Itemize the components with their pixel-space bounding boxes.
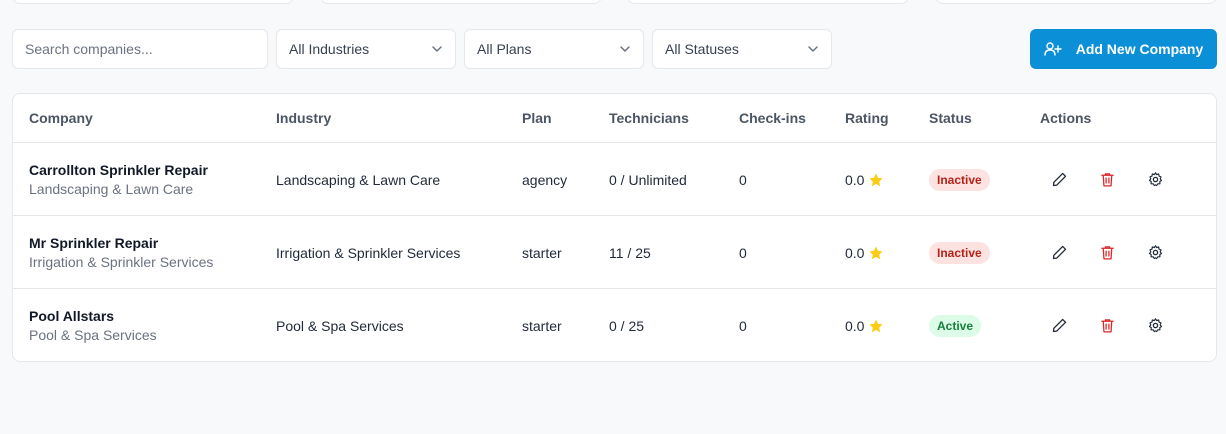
plan-cell: starter bbox=[522, 244, 562, 261]
pencil-icon bbox=[1052, 245, 1066, 259]
filter-bar: All Industries All Plans All Statuses Ad… bbox=[12, 29, 1217, 69]
company-cell: Mr Sprinkler Repair Irrigation & Sprinkl… bbox=[29, 216, 213, 289]
status-select-value: All Statuses bbox=[665, 41, 739, 57]
edit-button[interactable] bbox=[1049, 169, 1069, 189]
industry-select[interactable]: All Industries bbox=[276, 29, 456, 69]
column-header-technicians: Technicians bbox=[609, 110, 689, 126]
plan-cell: agency bbox=[522, 171, 568, 188]
add-company-label: Add New Company bbox=[1075, 41, 1204, 57]
checkins-cell: 0 bbox=[739, 171, 747, 188]
status-cell: Active bbox=[929, 289, 982, 362]
plan-cell: starter bbox=[522, 317, 562, 334]
search-input[interactable] bbox=[12, 29, 268, 69]
industry-cell: Pool & Spa Services bbox=[276, 317, 404, 334]
trash-icon bbox=[1100, 172, 1114, 187]
company-name: Pool Allstars bbox=[29, 307, 115, 324]
settings-button[interactable] bbox=[1145, 315, 1165, 335]
stat-card bbox=[935, 0, 1217, 4]
table-header: Company Industry Plan Technicians Check-… bbox=[13, 94, 1216, 143]
chevron-down-icon bbox=[620, 46, 630, 52]
star-icon bbox=[869, 172, 884, 186]
star-icon bbox=[869, 318, 884, 332]
company-industry-sub: Pool & Spa Services bbox=[29, 326, 157, 343]
checkins-cell: 0 bbox=[739, 244, 747, 261]
technicians-cell: 0 / 25 bbox=[609, 317, 645, 334]
gear-icon bbox=[1148, 244, 1162, 259]
status-badge: Inactive bbox=[929, 168, 990, 191]
column-header-actions: Actions bbox=[1040, 110, 1092, 126]
star-icon bbox=[869, 245, 884, 259]
settings-button[interactable] bbox=[1145, 242, 1165, 262]
settings-button[interactable] bbox=[1145, 169, 1165, 189]
status-cell: Inactive bbox=[929, 216, 990, 289]
add-company-button[interactable]: Add New Company bbox=[1030, 29, 1217, 69]
company-cell: Pool Allstars Pool & Spa Services bbox=[29, 289, 157, 362]
plan-select-value: All Plans bbox=[477, 41, 532, 57]
user-plus-icon bbox=[1044, 42, 1062, 56]
company-industry-sub: Landscaping & Lawn Care bbox=[29, 180, 194, 197]
status-select[interactable]: All Statuses bbox=[652, 29, 832, 69]
checkins-cell: 0 bbox=[739, 317, 747, 334]
edit-button[interactable] bbox=[1049, 315, 1069, 335]
column-header-company: Company bbox=[29, 110, 93, 126]
technicians-cell: 11 / 25 bbox=[609, 244, 651, 261]
company-industry-sub: Irrigation & Sprinkler Services bbox=[29, 253, 214, 270]
edit-button[interactable] bbox=[1049, 242, 1069, 262]
column-header-checkins: Check-ins bbox=[739, 110, 806, 126]
rating-value: 0.0 bbox=[845, 317, 865, 334]
status-cell: Inactive bbox=[929, 143, 990, 216]
rating-cell: 0.0 bbox=[845, 143, 884, 216]
column-header-status: Status bbox=[929, 110, 972, 126]
rating-value: 0.0 bbox=[845, 171, 865, 188]
column-header-rating: Rating bbox=[845, 110, 889, 126]
rating-cell: 0.0 bbox=[845, 289, 884, 362]
gear-icon bbox=[1148, 317, 1162, 332]
gear-icon bbox=[1148, 171, 1162, 186]
trash-icon bbox=[1100, 318, 1114, 333]
delete-button[interactable] bbox=[1097, 169, 1117, 189]
table-row[interactable]: Carrollton Sprinkler Repair Landscaping … bbox=[13, 143, 1216, 216]
column-header-plan: Plan bbox=[522, 110, 552, 126]
industry-cell: Irrigation & Sprinkler Services bbox=[276, 244, 461, 261]
trash-icon bbox=[1100, 245, 1114, 260]
stat-card bbox=[12, 0, 294, 4]
chevron-down-icon bbox=[432, 46, 442, 52]
status-badge: Inactive bbox=[929, 241, 990, 264]
plan-select[interactable]: All Plans bbox=[464, 29, 644, 69]
status-badge: Active bbox=[929, 314, 982, 337]
company-name: Mr Sprinkler Repair bbox=[29, 234, 159, 251]
stat-card bbox=[320, 0, 602, 4]
industry-select-value: All Industries bbox=[289, 41, 370, 57]
chevron-down-icon bbox=[808, 46, 818, 52]
delete-button[interactable] bbox=[1097, 242, 1117, 262]
rating-value: 0.0 bbox=[845, 244, 865, 261]
pencil-icon bbox=[1052, 172, 1066, 186]
company-cell: Carrollton Sprinkler Repair Landscaping … bbox=[29, 143, 208, 216]
column-header-industry: Industry bbox=[276, 110, 332, 126]
delete-button[interactable] bbox=[1097, 315, 1117, 335]
table-row[interactable]: Pool Allstars Pool & Spa Services Pool &… bbox=[13, 289, 1216, 362]
stat-card bbox=[627, 0, 909, 4]
pencil-icon bbox=[1052, 318, 1066, 332]
industry-cell: Landscaping & Lawn Care bbox=[276, 171, 441, 188]
table-row[interactable]: Mr Sprinkler Repair Irrigation & Sprinkl… bbox=[13, 216, 1216, 289]
company-name: Carrollton Sprinkler Repair bbox=[29, 161, 208, 178]
technicians-cell: 0 / Unlimited bbox=[609, 171, 687, 188]
rating-cell: 0.0 bbox=[845, 216, 884, 289]
companies-table: Company Industry Plan Technicians Check-… bbox=[12, 93, 1217, 362]
